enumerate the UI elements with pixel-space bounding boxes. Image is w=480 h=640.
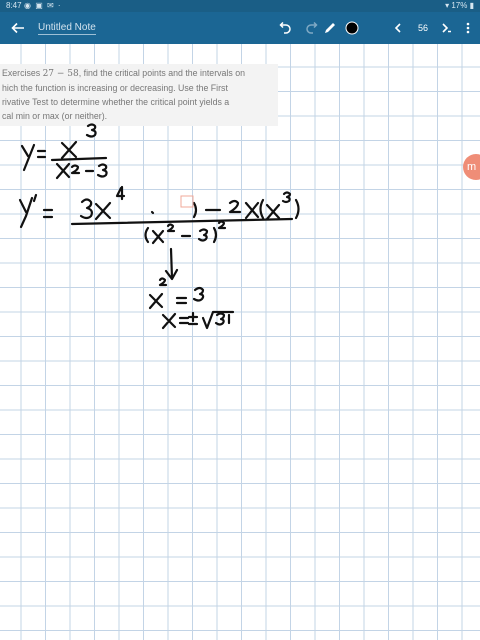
ink-denominator bbox=[55, 162, 108, 180]
ink-equals-2 bbox=[42, 208, 54, 219]
handwritten-ink[interactable] bbox=[0, 0, 480, 640]
ink-fraction-bar-1 bbox=[50, 156, 108, 162]
ink-x-eq-pm-sqrt3 bbox=[161, 310, 235, 330]
ink-fraction-bar-2 bbox=[70, 217, 294, 226]
ink-minus-2x bbox=[204, 199, 260, 220]
ink-x3-exp bbox=[85, 123, 97, 138]
ink-paren-close bbox=[192, 201, 198, 219]
selection-marker bbox=[180, 195, 194, 208]
ink-x3-x bbox=[60, 140, 78, 160]
ink-dot bbox=[150, 210, 155, 215]
ink-x3-paren bbox=[259, 191, 300, 221]
ink-x2-eq-3 bbox=[148, 277, 205, 310]
ink-y bbox=[20, 143, 36, 172]
ink-arrow-down bbox=[164, 247, 179, 281]
ink-denominator-2 bbox=[144, 220, 227, 245]
ink-y-prime bbox=[18, 193, 38, 229]
ink-equals-1 bbox=[36, 149, 47, 159]
ink-3x4 bbox=[79, 185, 126, 221]
